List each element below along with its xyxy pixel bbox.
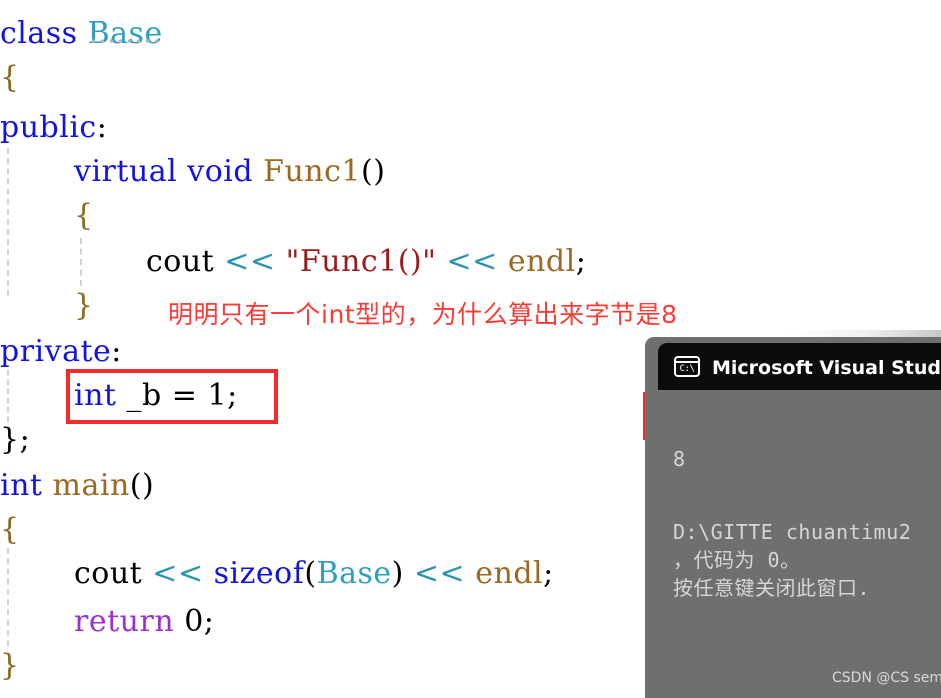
code-token: class [0,16,78,51]
code-token: _b [126,378,162,413]
code-token: sizeof [213,556,305,591]
code-token: << [413,556,466,591]
code-token: = [171,378,198,413]
console-output-value: 8 [673,447,686,471]
code-token: { [74,198,94,233]
console-icon-glyph: C:\ [679,363,695,374]
console-titlebar[interactable]: C:\ Microsoft Visual Studio 调试 [658,343,941,390]
code-token: int [74,378,117,413]
code-token: : [96,110,108,145]
code-line[interactable]: return 0; [0,600,214,644]
code-token: cout [74,556,143,591]
console-body[interactable]: 8 D:\GITTE chuantimu2 ，代码为 0。 按任意键关闭此窗口. [658,390,941,698]
code-token: { [0,512,20,547]
code-token: cout [146,244,215,279]
code-token: : [111,334,122,369]
code-line[interactable]: class Base [0,12,163,56]
code-line[interactable]: } [0,284,94,328]
code-token: ; [575,244,587,279]
code-line[interactable]: public: [0,106,107,150]
code-line[interactable]: { [0,508,20,552]
code-token: () [361,154,386,189]
code-token: { [0,60,20,95]
code-line[interactable]: cout << "Func1()" << endl; [0,240,586,284]
console-title-label: Microsoft Visual Studio 调试 [712,357,941,379]
code-line[interactable]: cout << sizeof(Base) << endl; [0,552,554,596]
code-token: ; [543,556,554,591]
console-exit-message: D:\GITTE chuantimu2 ，代码为 0。 按任意键关闭此窗口. [673,520,912,600]
code-token: int [0,468,43,503]
code-token: () [129,468,155,503]
chinese-annotation-text: 明明只有一个int型的，为什么算出来字节是8 [168,300,678,329]
code-token: << [446,244,498,279]
code-token: endl [507,244,576,279]
code-token: virtual [74,154,178,189]
code-token: } [74,288,94,323]
code-token: void [187,154,254,189]
screenshot-root: class Base{public: virtual void Func1(){c… [0,0,941,698]
code-token: ) [391,556,404,591]
code-token: ( [304,556,317,591]
code-line[interactable]: } [0,644,20,688]
code-line[interactable]: private: [0,330,122,374]
code-token: Base [316,556,392,591]
code-token: } [0,648,20,683]
code-token: main [52,468,130,503]
code-token: 1 [207,378,228,413]
code-token: << [224,244,276,279]
code-line[interactable]: int _b = 1; [0,374,238,418]
code-token: ; [203,604,215,639]
code-token: "Func1()" [285,244,437,279]
code-token: Base [87,16,163,51]
code-token: }; [0,422,31,457]
console-window[interactable]: C:\ Microsoft Visual Studio 调试 8 D:\GITT… [645,337,941,698]
code-line[interactable]: { [0,56,20,100]
code-line[interactable]: virtual void Func1() [0,150,385,194]
code-token: << [152,556,204,591]
code-token: ; [227,378,238,413]
watermark: CSDN @CS semi [832,670,941,686]
code-token: public [0,110,97,145]
code-line[interactable]: }; [0,418,30,462]
code-token: 0 [184,604,204,639]
code-line[interactable]: { [0,194,94,238]
code-token: return [74,604,175,639]
code-token: Func1 [263,154,362,189]
code-token: endl [475,556,544,591]
code-line[interactable]: int main() [0,464,154,508]
console-icon: C:\ [674,356,700,377]
code-token: private [0,334,112,369]
